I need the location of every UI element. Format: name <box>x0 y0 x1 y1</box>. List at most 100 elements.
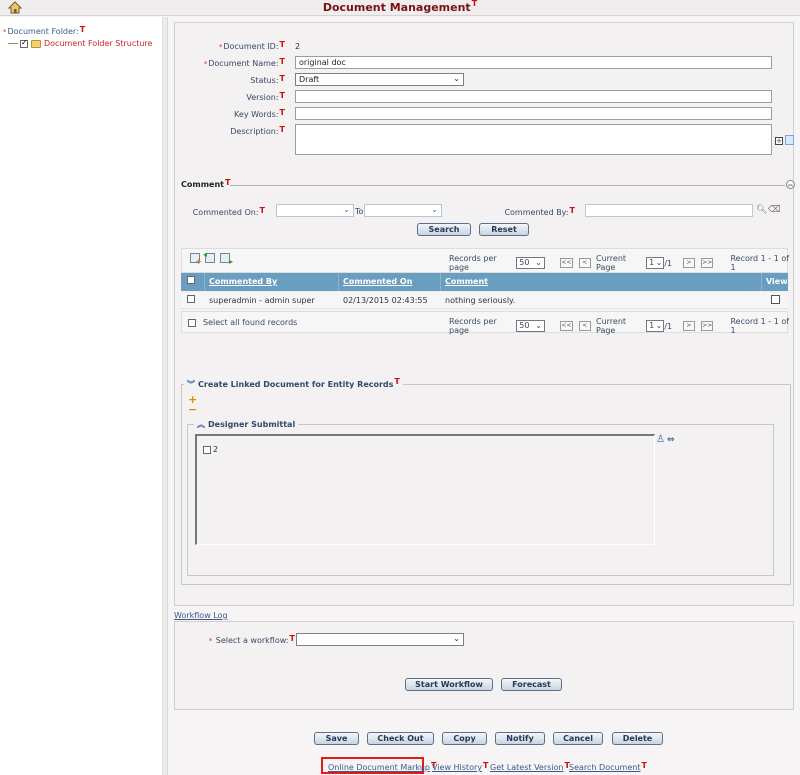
check-out-button[interactable]: Check Out <box>367 732 434 745</box>
start-workflow-button[interactable]: Start Workflow <box>405 678 493 691</box>
workflow-panel: * Select a workflow:T ⌄ Start Workflow F… <box>174 621 794 710</box>
total-pages: /1 <box>664 258 673 268</box>
last-page-button[interactable]: >> <box>701 321 714 331</box>
last-page-button[interactable]: >> <box>701 258 714 268</box>
row-checkbox[interactable] <box>187 295 195 303</box>
next-page-button[interactable]: > <box>682 258 696 268</box>
top-pager: Records per page 50 ⌄ << < Current Page 1… <box>449 254 793 272</box>
reset-button[interactable]: Reset <box>479 223 529 236</box>
chevron-down-icon: ⌄ <box>453 74 460 83</box>
get-latest-version-link[interactable]: Get Latest VersionT <box>490 761 570 772</box>
description-label: Description:T <box>230 125 285 136</box>
linked-record-checkbox[interactable] <box>203 445 211 454</box>
comment-section-title: CommentT <box>181 178 231 189</box>
panel-splitter[interactable] <box>163 17 168 775</box>
records-per-page-select[interactable]: 50 ⌄ <box>516 257 545 269</box>
first-page-button[interactable]: << <box>560 321 573 331</box>
linked-records-listbox[interactable] <box>195 434 655 545</box>
spellcheck-icon[interactable] <box>785 135 794 145</box>
commented-by-input[interactable] <box>585 204 753 217</box>
search-icon[interactable]: 🔍︎ <box>756 205 767 215</box>
left-panel: *Document Folder:T Document Folder Struc… <box>0 17 163 775</box>
delete-button[interactable]: Delete <box>612 732 663 745</box>
document-id-value: 2 <box>295 42 301 51</box>
forecast-button[interactable]: Forecast <box>501 678 562 691</box>
select-all-checkbox[interactable] <box>188 318 196 327</box>
record-info: Record 1 - 1 of 1 <box>730 254 790 272</box>
next-page-button[interactable]: > <box>682 321 696 331</box>
row-checkbox-cell[interactable] <box>181 293 205 308</box>
cell-commented-on: 02/13/2015 02:43:55 PM <box>343 296 428 321</box>
copy-button[interactable]: Copy <box>442 732 487 745</box>
link-icon[interactable]: ⇔ <box>667 435 675 445</box>
records-per-page-select[interactable]: 50 ⌄ <box>516 320 545 332</box>
designer-submittal-legend[interactable]: ︽ Designer Submittal <box>194 419 299 430</box>
record-info: Record 1 - 1 of 1 <box>730 317 790 335</box>
collapse-icon[interactable]: ︽ <box>786 180 795 189</box>
collapse-chevron-icon[interactable]: ︽ <box>197 420 205 429</box>
import-icon[interactable]: ◂ <box>203 250 215 263</box>
view-history-link[interactable]: View HistoryT <box>432 761 488 772</box>
header-checkbox[interactable] <box>187 276 195 284</box>
linked-record-item[interactable]: 2 <box>203 445 218 454</box>
remove-icon[interactable]: − <box>188 404 197 415</box>
to-label: To <box>355 207 364 216</box>
current-page-select[interactable]: 1 ⌄ <box>646 257 665 269</box>
select-all-label: Select all found records <box>203 318 298 327</box>
search-button[interactable]: Search <box>417 223 471 236</box>
tree-label[interactable]: Document Folder Structure <box>44 39 152 48</box>
prev-page-button[interactable]: < <box>578 321 591 331</box>
chevron-down-icon: ⌄ <box>431 205 438 214</box>
workflow-log-link[interactable]: Workflow Log <box>174 611 228 620</box>
column-comment[interactable]: Comment <box>441 273 762 291</box>
edit-icon[interactable] <box>771 295 780 304</box>
key-words-input[interactable] <box>295 107 772 120</box>
document-folder-label: *Document Folder:T <box>3 25 86 36</box>
expand-chevron-icon[interactable]: ︾ <box>187 380 195 389</box>
select-all-found[interactable]: Select all found records <box>188 318 297 327</box>
chevron-down-icon: ⌄ <box>535 258 542 267</box>
export-icon[interactable]: ▸ <box>220 253 233 266</box>
eraser-icon[interactable]: ⌫ <box>768 205 781 215</box>
column-view: View <box>766 277 788 286</box>
current-page-label: Current Page <box>595 254 627 272</box>
version-input[interactable] <box>295 90 772 103</box>
expand-icon[interactable]: + <box>775 137 783 145</box>
total-pages: /1 <box>664 321 673 331</box>
linked-documents-legend[interactable]: ︾ Create Linked Document for Entity Recor… <box>184 377 403 390</box>
online-document-markup-link[interactable]: Online Document MarkupT <box>328 761 436 772</box>
key-words-label: Key Words:T <box>234 108 285 119</box>
add-record-icon[interactable]: + <box>190 253 202 266</box>
chevron-down-icon: ⌄ <box>655 321 663 330</box>
commented-on-from-select[interactable]: ⌄ <box>276 204 354 217</box>
column-commented-by[interactable]: Commented By <box>205 273 339 291</box>
document-name-input[interactable]: original doc <box>295 56 772 69</box>
status-select[interactable]: Draft ⌄ <box>295 73 464 86</box>
folder-icon <box>31 39 41 48</box>
tree-connector <box>8 43 18 44</box>
tree-checkbox[interactable] <box>20 38 28 48</box>
column-commented-on[interactable]: Commented On <box>339 273 441 291</box>
chevron-down-icon: ⌄ <box>343 205 350 214</box>
current-page-select[interactable]: 1 ⌄ <box>646 320 665 332</box>
search-document-link[interactable]: Search DocumentT <box>569 761 647 772</box>
workflow-select[interactable]: ⌄ <box>296 633 464 646</box>
save-button[interactable]: Save <box>314 732 359 745</box>
first-page-button[interactable]: << <box>560 258 573 268</box>
records-per-page-label: Records per page <box>449 317 497 335</box>
tree-node-document-folder-structure[interactable]: Document Folder Structure <box>8 38 152 48</box>
status-label: Status:T <box>250 74 285 85</box>
description-textarea[interactable] <box>295 124 772 155</box>
commented-on-to-select[interactable]: ⌄ <box>364 204 442 217</box>
user-picker-icon[interactable]: ♙ <box>656 434 665 445</box>
document-id-label: *Document ID:T <box>218 40 285 51</box>
notify-button[interactable]: Notify <box>495 732 545 745</box>
view-cell[interactable] <box>762 293 788 308</box>
top-bar: Document ManagementT <box>0 0 800 16</box>
section-divider <box>230 185 785 186</box>
cancel-button[interactable]: Cancel <box>553 732 603 745</box>
document-name-label: *Document Name:T <box>203 57 285 68</box>
prev-page-button[interactable]: < <box>578 258 591 268</box>
select-all-header[interactable] <box>181 273 205 291</box>
version-label: Version:T <box>246 91 285 102</box>
